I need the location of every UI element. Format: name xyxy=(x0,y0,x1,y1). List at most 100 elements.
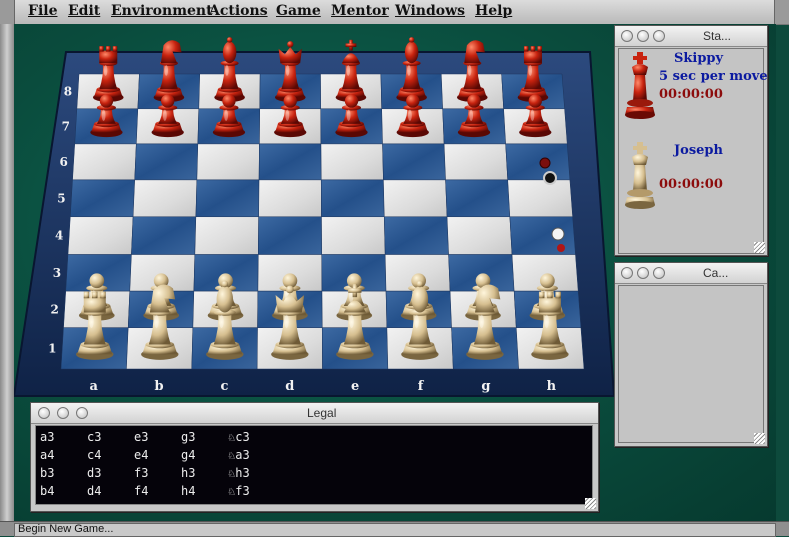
board-square-e5[interactable] xyxy=(320,179,385,218)
board-square-a4[interactable] xyxy=(67,216,134,255)
legal-move[interactable]: ♘c3 xyxy=(228,430,250,444)
resize-grip[interactable] xyxy=(754,433,765,444)
board-square-d4[interactable] xyxy=(258,216,322,255)
legal-move[interactable]: ♘f3 xyxy=(228,484,250,498)
board-square-f5[interactable] xyxy=(383,179,448,218)
captured-pieces-pane xyxy=(618,285,764,443)
legal-move[interactable]: h3 xyxy=(181,466,195,480)
window-left-border xyxy=(0,24,14,522)
file-label: e xyxy=(351,379,359,394)
board-square-c5[interactable] xyxy=(195,179,260,218)
file-label: h xyxy=(547,379,557,394)
zoom-icon[interactable] xyxy=(653,30,665,42)
legal-moves-window: Legal a3 a4 b3 b4 c3 c4 d3 d4 e3 e4 f3 f… xyxy=(30,402,599,512)
minimize-icon[interactable] xyxy=(637,267,649,279)
menu-actions[interactable]: Actions xyxy=(209,3,268,19)
legal-move[interactable]: e3 xyxy=(134,430,148,444)
status-pane: Skippy 5 sec per move 00:00:00 Joseph 00… xyxy=(618,48,768,254)
legal-move[interactable]: e4 xyxy=(134,448,148,462)
resize-grip[interactable] xyxy=(585,498,596,509)
legal-move[interactable]: f4 xyxy=(134,484,148,498)
menu-bar-left-rail xyxy=(0,0,15,24)
legal-window-titlebar[interactable]: Legal xyxy=(31,403,598,424)
resize-grip[interactable] xyxy=(754,242,765,253)
close-icon[interactable] xyxy=(621,267,633,279)
board-square-g4[interactable] xyxy=(446,216,513,255)
minimize-icon[interactable] xyxy=(637,30,649,42)
legal-move[interactable]: c4 xyxy=(87,448,101,462)
rank-label: 4 xyxy=(55,229,63,243)
zoom-icon[interactable] xyxy=(76,407,88,419)
menu-mentor[interactable]: Mentor xyxy=(331,3,389,19)
board-square-g6[interactable] xyxy=(443,143,508,181)
white-king-icon xyxy=(625,142,655,209)
legal-move[interactable]: ♘a3 xyxy=(228,448,250,462)
board-square-b6[interactable] xyxy=(134,143,199,181)
legal-move[interactable]: a3 xyxy=(40,430,54,444)
captured-window: Ca... xyxy=(614,262,768,447)
legal-move[interactable]: h4 xyxy=(181,484,195,498)
red-king-icon xyxy=(625,52,655,119)
rank-label: 5 xyxy=(57,191,65,205)
zoom-icon[interactable] xyxy=(653,267,665,279)
board-square-g5[interactable] xyxy=(445,179,511,218)
legal-window-title: Legal xyxy=(307,406,337,420)
chess-board[interactable]: 12345678a b c d e f g h xyxy=(14,24,614,402)
rank-label: 3 xyxy=(53,266,61,280)
captured-window-titlebar[interactable]: Ca... xyxy=(615,263,767,284)
rank-label: 7 xyxy=(62,119,70,133)
legal-move[interactable]: b3 xyxy=(40,466,54,480)
status-bar: Begin New Game... xyxy=(0,521,789,537)
status-window: Sta... Skippy 5 sec per move 00:00:00 Jo… xyxy=(614,25,768,256)
capture-marker-small xyxy=(557,244,565,252)
file-label: d xyxy=(285,379,294,394)
legal-move[interactable]: b4 xyxy=(40,484,54,498)
board-square-b4[interactable] xyxy=(131,216,197,255)
file-label: g xyxy=(481,379,490,394)
board-square-c4[interactable] xyxy=(194,216,259,255)
rank-label: 6 xyxy=(59,155,67,169)
board-square-e4[interactable] xyxy=(321,216,386,255)
captured-window-title: Ca... xyxy=(703,266,729,280)
legal-move[interactable]: d4 xyxy=(87,484,101,498)
menu-environment[interactable]: Environment xyxy=(111,3,213,19)
board-square-d5[interactable] xyxy=(258,179,322,218)
board-square-f4[interactable] xyxy=(384,216,449,255)
rank-label: 1 xyxy=(48,341,56,355)
legal-move[interactable]: ♘h3 xyxy=(228,466,250,480)
status-window-titlebar[interactable]: Sta... xyxy=(615,26,767,47)
legal-move[interactable]: a4 xyxy=(40,448,54,462)
board-square-d6[interactable] xyxy=(258,143,322,181)
menu-bar: File Edit Environment Actions Game Mento… xyxy=(0,0,789,25)
board-square-e6[interactable] xyxy=(320,143,384,181)
file-label: c xyxy=(220,379,228,394)
black-player-name: Skippy xyxy=(674,51,724,66)
board-square-h6[interactable] xyxy=(505,143,571,181)
legal-move[interactable]: g3 xyxy=(181,430,195,444)
menu-edit[interactable]: Edit xyxy=(68,3,100,19)
white-player-clock: 00:00:00 xyxy=(659,177,723,192)
legal-move[interactable]: g4 xyxy=(181,448,195,462)
file-label: a xyxy=(89,379,98,394)
menu-file[interactable]: File xyxy=(28,3,57,19)
legal-move[interactable]: f3 xyxy=(134,466,148,480)
board-square-b5[interactable] xyxy=(132,179,198,218)
menu-help[interactable]: Help xyxy=(475,3,512,19)
capture-marker-red xyxy=(539,157,551,169)
board-square-h4[interactable] xyxy=(509,216,576,255)
board-square-f6[interactable] xyxy=(382,143,446,181)
board-square-a5[interactable] xyxy=(70,179,135,218)
board-square-a6[interactable] xyxy=(72,143,137,181)
board-square-h5[interactable] xyxy=(507,179,573,218)
menu-bar-right-rail xyxy=(774,0,789,24)
menu-game[interactable]: Game xyxy=(276,3,321,19)
menu-windows[interactable]: Windows xyxy=(395,3,465,19)
legal-move[interactable]: d3 xyxy=(87,466,101,480)
close-icon[interactable] xyxy=(38,407,50,419)
status-text: Begin New Game... xyxy=(18,523,114,535)
legal-moves-list: a3 a4 b3 b4 c3 c4 d3 d4 e3 e4 f3 f4 g3 g… xyxy=(35,425,593,505)
board-square-c6[interactable] xyxy=(196,143,260,181)
legal-move[interactable]: c3 xyxy=(87,430,101,444)
minimize-icon[interactable] xyxy=(57,407,69,419)
close-icon[interactable] xyxy=(621,30,633,42)
